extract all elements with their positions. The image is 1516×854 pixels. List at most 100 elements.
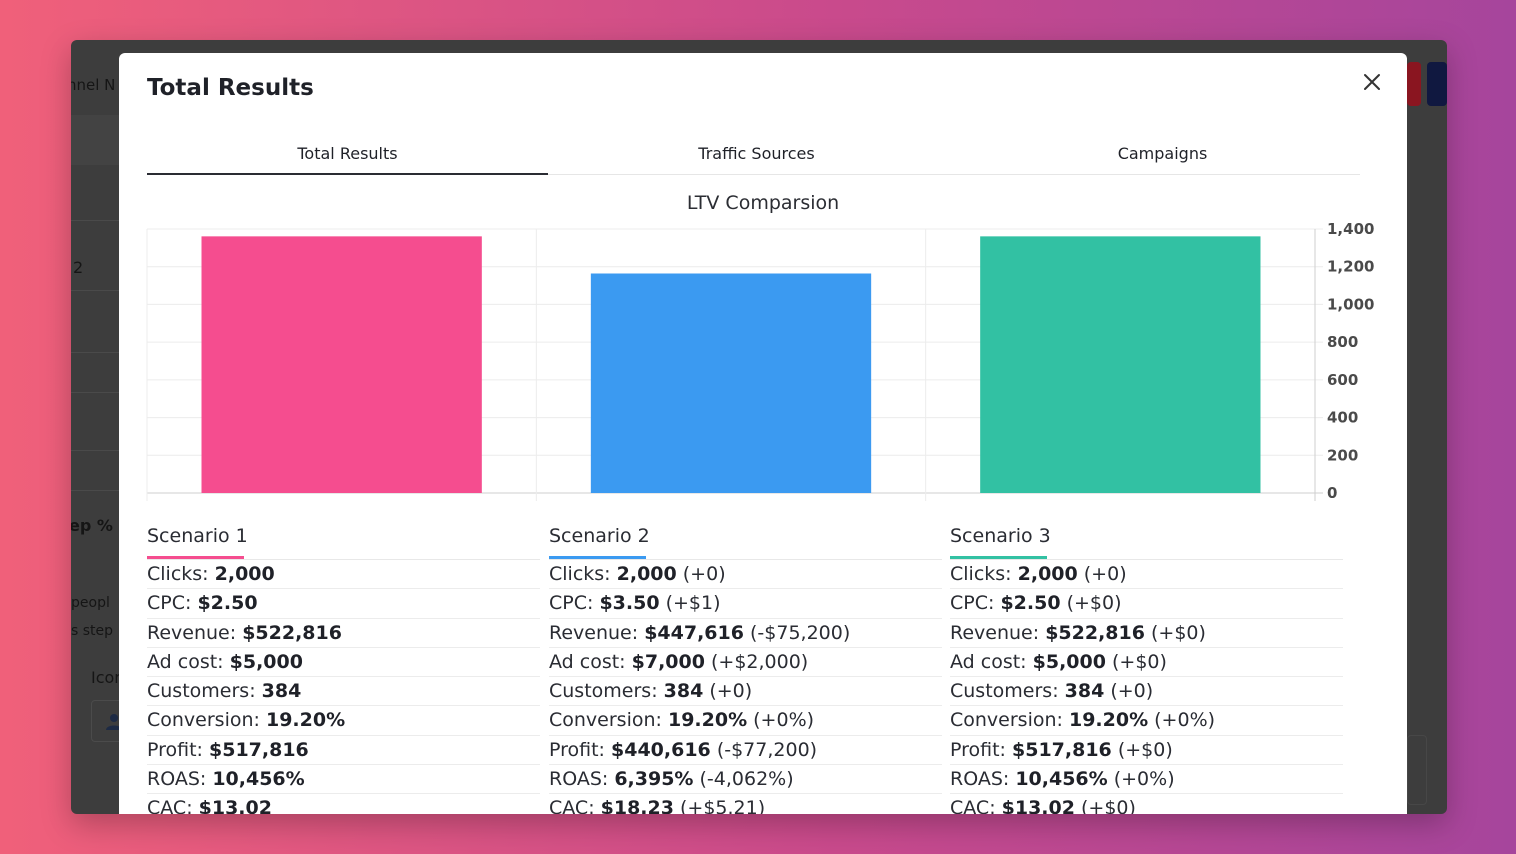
metric-delta: (+$0) <box>1105 650 1167 673</box>
metric-label: Profit: <box>950 738 1013 761</box>
metric-label: Revenue: <box>950 621 1046 644</box>
metric-row: Ad cost: $5,000 <box>147 648 540 678</box>
metric-delta: (+$0) <box>1060 592 1122 615</box>
metric-value: 10,456% <box>1015 768 1108 791</box>
metric-delta: (+$2,000) <box>704 650 809 673</box>
metric-label: CAC: <box>147 797 199 814</box>
metric-delta: (+0) <box>1077 563 1127 585</box>
metric-row: CAC: $13.02 <box>147 794 540 814</box>
metric-label: ROAS: <box>147 768 213 791</box>
results-modal: Total Results Total Results Traffic Sour… <box>119 53 1407 814</box>
metric-row: CAC: $18.23 (+$5.21) <box>549 794 942 814</box>
metric-label: Clicks: <box>549 563 617 585</box>
metric-row: Revenue: $522,816 <box>147 619 540 648</box>
metric-value: 384 <box>261 680 302 703</box>
metric-delta: (-4,062%) <box>693 768 794 791</box>
metric-value: 2,000 <box>1017 563 1078 585</box>
metric-delta: (+$0) <box>1111 738 1173 761</box>
metric-value: $5,000 <box>1032 650 1106 673</box>
metric-row: ROAS: 10,456% (+0%) <box>950 765 1343 795</box>
metric-row: Clicks: 2,000 (+0) <box>950 560 1343 590</box>
metric-value: $2.50 <box>1000 592 1061 615</box>
metric-value: $517,816 <box>1012 738 1112 761</box>
metric-row: Profit: $517,816 <box>147 736 540 766</box>
metric-value: $522,816 <box>242 621 342 644</box>
metric-label: Customers: <box>147 680 262 703</box>
tab-traffic-sources[interactable]: Traffic Sources <box>548 137 965 174</box>
metric-list: Clicks: 2,000 (+0) CPC: $3.50 (+$1) Revenu… <box>549 560 942 814</box>
metric-label: Customers: <box>950 680 1065 703</box>
metric-row: Customers: 384 <box>147 677 540 707</box>
metric-value: $2.50 <box>197 592 258 615</box>
metric-value: 19.20% <box>1068 709 1149 732</box>
tab-campaigns[interactable]: Campaigns <box>965 137 1360 174</box>
metric-value: $447,616 <box>644 621 744 644</box>
metric-delta: (+0) <box>703 680 753 703</box>
bg-divider <box>71 352 119 353</box>
metric-label: Clicks: <box>147 563 215 585</box>
metric-value: $13.02 <box>198 797 272 814</box>
metric-row: CPC: $3.50 (+$1) <box>549 589 942 619</box>
y-tick-label: 400 <box>1327 409 1358 427</box>
bg-steps-text: s step <box>71 623 114 639</box>
metric-row: Conversion: 19.20% <box>147 706 540 736</box>
metric-delta: (+$0) <box>1144 621 1206 644</box>
metric-label: Profit: <box>147 738 210 761</box>
chart-y-ticks: 1,400 1,200 1,000 800 600 400 200 0 <box>1327 223 1374 502</box>
chart-bars <box>201 236 1261 493</box>
y-tick-label: 1,400 <box>1327 223 1374 238</box>
metric-value: 6,395% <box>614 768 694 791</box>
bar-scenario-2[interactable] <box>590 273 872 493</box>
metric-row: ROAS: 10,456% <box>147 765 540 795</box>
metric-value: $13.02 <box>1001 797 1075 814</box>
bg-divider <box>71 490 119 491</box>
metric-label: ROAS: <box>549 768 615 791</box>
tab-total-results[interactable]: Total Results <box>147 137 548 175</box>
bg-people-text: peopl <box>71 595 110 611</box>
y-tick-label: 1,200 <box>1327 258 1374 276</box>
ltv-bar-chart: 1,400 1,200 1,000 800 600 400 200 0 <box>146 223 1374 502</box>
metric-row: Revenue: $522,816 (+$0) <box>950 619 1343 648</box>
metric-row: Ad cost: $5,000 (+$0) <box>950 648 1343 678</box>
chart-title: LTV Comparsion <box>686 192 840 214</box>
metric-row: CPC: $2.50 <box>147 589 540 619</box>
bar-scenario-1[interactable] <box>201 236 482 493</box>
metric-row: Ad cost: $7,000 (+$2,000) <box>549 648 942 678</box>
metric-value: $5,000 <box>229 650 303 673</box>
scenario-2-column: Scenario 2 Clicks: 2,000 (+0) CPC: $3.50 … <box>549 521 942 814</box>
close-icon <box>1364 74 1380 90</box>
close-button[interactable] <box>1359 69 1385 95</box>
metric-row: Clicks: 2,000 <box>147 560 540 590</box>
metric-delta: (-$77,200) <box>710 738 818 761</box>
metric-delta: (+$1) <box>659 592 721 615</box>
metric-row: Clicks: 2,000 (+0) <box>549 560 942 590</box>
scenario-name: Scenario 1 <box>147 525 248 547</box>
metric-delta: (+0%) <box>1107 768 1175 791</box>
metric-delta: (-$75,200) <box>743 621 851 644</box>
metric-label: Ad cost: <box>147 650 230 673</box>
metric-row: CPC: $2.50 (+$0) <box>950 589 1343 619</box>
metric-value: $440,616 <box>611 738 711 761</box>
bar-scenario-3[interactable] <box>980 236 1261 493</box>
bg-red-button <box>1407 62 1421 106</box>
metric-row: Customers: 384 (+0) <box>549 677 942 707</box>
metric-value: $7,000 <box>631 650 705 673</box>
metric-row: Profit: $517,816 (+$0) <box>950 736 1343 766</box>
bg-header-strip <box>71 115 119 165</box>
metric-delta: (+$5.21) <box>673 797 766 814</box>
bg-panel-edge <box>1407 735 1427 805</box>
metric-list: Clicks: 2,000 (+0) CPC: $2.50 (+$0) Revenu… <box>950 560 1343 814</box>
metric-value: 2,000 <box>616 563 677 585</box>
metric-delta: (+0) <box>676 563 726 585</box>
y-tick-label: 200 <box>1327 446 1358 464</box>
metric-row: Revenue: $447,616 (-$75,200) <box>549 619 942 648</box>
bg-divider <box>71 220 119 221</box>
metric-label: CPC: <box>147 592 198 615</box>
bg-funnel-label: nnel N <box>71 76 116 94</box>
metric-value: 2,000 <box>214 563 275 585</box>
metric-label: Profit: <box>549 738 612 761</box>
bg-number: 2 <box>73 258 84 277</box>
metric-value: $3.50 <box>599 592 660 615</box>
metric-value: 19.20% <box>265 709 346 732</box>
metric-row: CAC: $13.02 (+$0) <box>950 794 1343 814</box>
